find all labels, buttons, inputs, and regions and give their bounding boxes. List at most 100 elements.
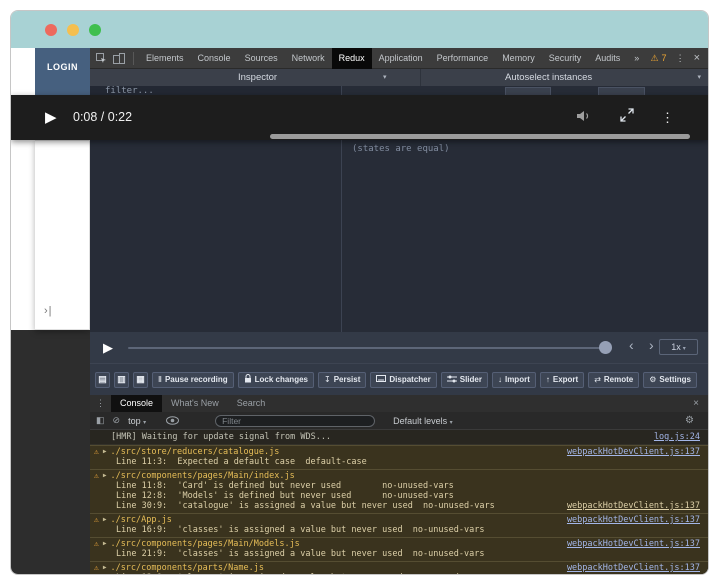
close-window-button[interactable] [45,24,57,36]
persist-icon: ↧ [323,374,331,384]
console-sidebar-icon[interactable]: ◧ [96,415,105,426]
persist-button[interactable]: ↧ Persist [317,371,367,388]
slider-track[interactable] [128,347,612,349]
whats-new-tab[interactable]: What's New [162,395,228,412]
autoselect-instances-dropdown[interactable]: Autoselect instances [505,72,592,83]
tab-audits[interactable]: Audits [588,48,627,69]
tab-application[interactable]: Application [372,48,430,69]
dispatcher-icon [376,375,387,384]
source-link[interactable]: webpackHotDevClient.js:137 [567,539,700,549]
lock-icon [244,374,252,385]
source-link[interactable]: log.js:24 [654,432,700,442]
console-drawer: ⋮ Console What's New Search × ◧ ⊘ top ▾ … [90,395,708,574]
tab-memory[interactable]: Memory [495,48,542,69]
redux-bottom-toolbar: ▤ ▥ ▦ Ⅱ Pause recording Lock changes ↧ P… [90,363,708,395]
tab-elements[interactable]: Elements [139,48,191,69]
maximize-window-button[interactable] [89,24,101,36]
log-levels-dropdown[interactable]: Default levels ▾ [393,416,453,426]
expand-triangle-icon[interactable]: ▶ [103,539,107,549]
warning-file: ./src/components/pages/Main/index.js [110,471,295,481]
source-link[interactable]: webpackHotDevClient.js:137 [567,447,700,457]
warning-file: ./src/App.js [110,515,172,525]
remote-button[interactable]: ⇄ Remote [588,371,640,388]
dispatcher-button[interactable]: Dispatcher [370,371,437,388]
warning-icon: ⚠ [94,515,99,524]
console-filter-input[interactable] [215,414,376,427]
export-button[interactable]: ↑ Export [539,371,585,388]
warning-detail: Line 13:9: 'classes' is assigned a value… [94,573,700,574]
video-time-display: 0:08 / 0:22 [73,110,133,124]
expand-triangle-icon[interactable]: ▶ [103,515,107,525]
warning-detail: Line 30:9: 'catalogue' is assigned a val… [116,501,495,511]
state-view-tab[interactable] [505,87,551,95]
expand-triangle-icon[interactable]: ▶ [103,447,107,457]
warning-detail: Line 16:9: 'classes' is assigned a value… [116,525,485,535]
eye-icon[interactable] [166,416,180,425]
minimize-window-button[interactable] [67,24,79,36]
settings-button[interactable]: ⚙ Settings [643,371,697,388]
console-warning-row: ⚠ ▶ ./src/components/pages/Main/Models.j… [90,537,708,561]
video-seek-bar[interactable] [270,134,690,139]
clear-console-icon[interactable]: ⊘ [113,415,121,426]
log-monitor-icon[interactable]: ▦ [133,371,148,388]
step-back-button[interactable]: ‹ [629,337,634,353]
app-sidebar: ›| [35,140,90,330]
divider [133,51,134,65]
close-drawer-icon[interactable]: × [693,398,708,409]
slider-button[interactable]: Slider [440,371,488,388]
volume-icon[interactable] [577,109,593,127]
redux-slider-row: ▶ ‹ › 1x ▾ [90,332,708,363]
console-log-row: [HMR] Waiting for update signal from WDS… [90,430,708,445]
context-selector[interactable]: top ▾ [128,416,146,426]
tab-console[interactable]: Console [191,48,238,69]
console-warning-row: ⚠ ▶ ./src/components/parts/Name.js webpa… [90,561,708,574]
warning-file: ./src/components/pages/Main/Models.js [110,539,300,549]
step-forward-button[interactable]: › [649,337,654,353]
tab-sources[interactable]: Sources [238,48,285,69]
play-icon[interactable]: ▶ [45,108,57,126]
expand-triangle-icon[interactable]: ▶ [103,563,107,573]
window-content: LOGIN ›| Elements Console Sources Networ… [11,47,708,574]
action-filter-field[interactable]: filter... [90,86,341,95]
more-vertical-icon[interactable]: ⋮ [676,53,685,63]
chevron-down-icon: ▾ [682,346,686,352]
close-devtools-icon[interactable]: × [694,52,700,64]
playback-speed-select[interactable]: 1x ▾ [659,339,698,355]
warning-detail: Line 11:8: 'Card' is defined but never u… [116,481,454,491]
video-more-options-icon[interactable]: ⋮ [661,110,674,126]
export-icon: ↑ [545,374,550,384]
console-settings-gear-icon[interactable]: ⚙ [685,415,702,426]
source-link[interactable]: webpackHotDevClient.js:137 [567,515,700,525]
console-tab[interactable]: Console [111,395,163,412]
lock-changes-button[interactable]: Lock changes [237,371,314,388]
pause-recording-button[interactable]: Ⅱ Pause recording [152,371,234,388]
tab-network[interactable]: Network [285,48,332,69]
chevron-down-icon: ▾ [143,419,147,426]
slider-play-icon[interactable]: ▶ [103,340,113,356]
tab-security[interactable]: Security [542,48,589,69]
inspector-monitor-icon[interactable]: ▤ [95,371,110,388]
import-button[interactable]: ↓ Import [491,371,536,388]
fullscreen-icon[interactable] [620,108,634,127]
warning-detail: Line 12:8: 'Models' is defined but never… [116,491,454,501]
drawer-menu-icon[interactable]: ⋮ [90,398,111,409]
tab-performance[interactable]: Performance [430,48,496,69]
state-view-tab[interactable] [598,87,645,95]
search-tab[interactable]: Search [228,395,275,412]
tab-redux[interactable]: Redux [331,47,372,69]
more-tabs-chevron[interactable]: » [627,48,646,69]
login-button[interactable]: LOGIN [35,48,90,95]
expand-triangle-icon[interactable]: ▶ [103,471,107,481]
source-link[interactable]: webpackHotDevClient.js:137 [567,501,700,511]
inspector-dropdown[interactable]: Inspector [238,72,277,83]
titlebar [11,11,708,48]
source-link[interactable]: webpackHotDevClient.js:137 [567,563,700,573]
inspect-element-icon[interactable] [96,52,107,64]
console-warning-row: ⚠ ▶ ./src/components/pages/Main/index.js… [90,469,708,513]
warning-detail: Line 11:3: Expected a default case defau… [116,457,367,467]
slider-knob[interactable] [599,341,612,354]
warning-count-badge[interactable]: ⚠ 7 [650,53,666,63]
device-toolbar-icon[interactable] [113,52,125,64]
sidebar-expand-button[interactable]: ›| [44,305,53,317]
chart-monitor-icon[interactable]: ▥ [114,371,129,388]
